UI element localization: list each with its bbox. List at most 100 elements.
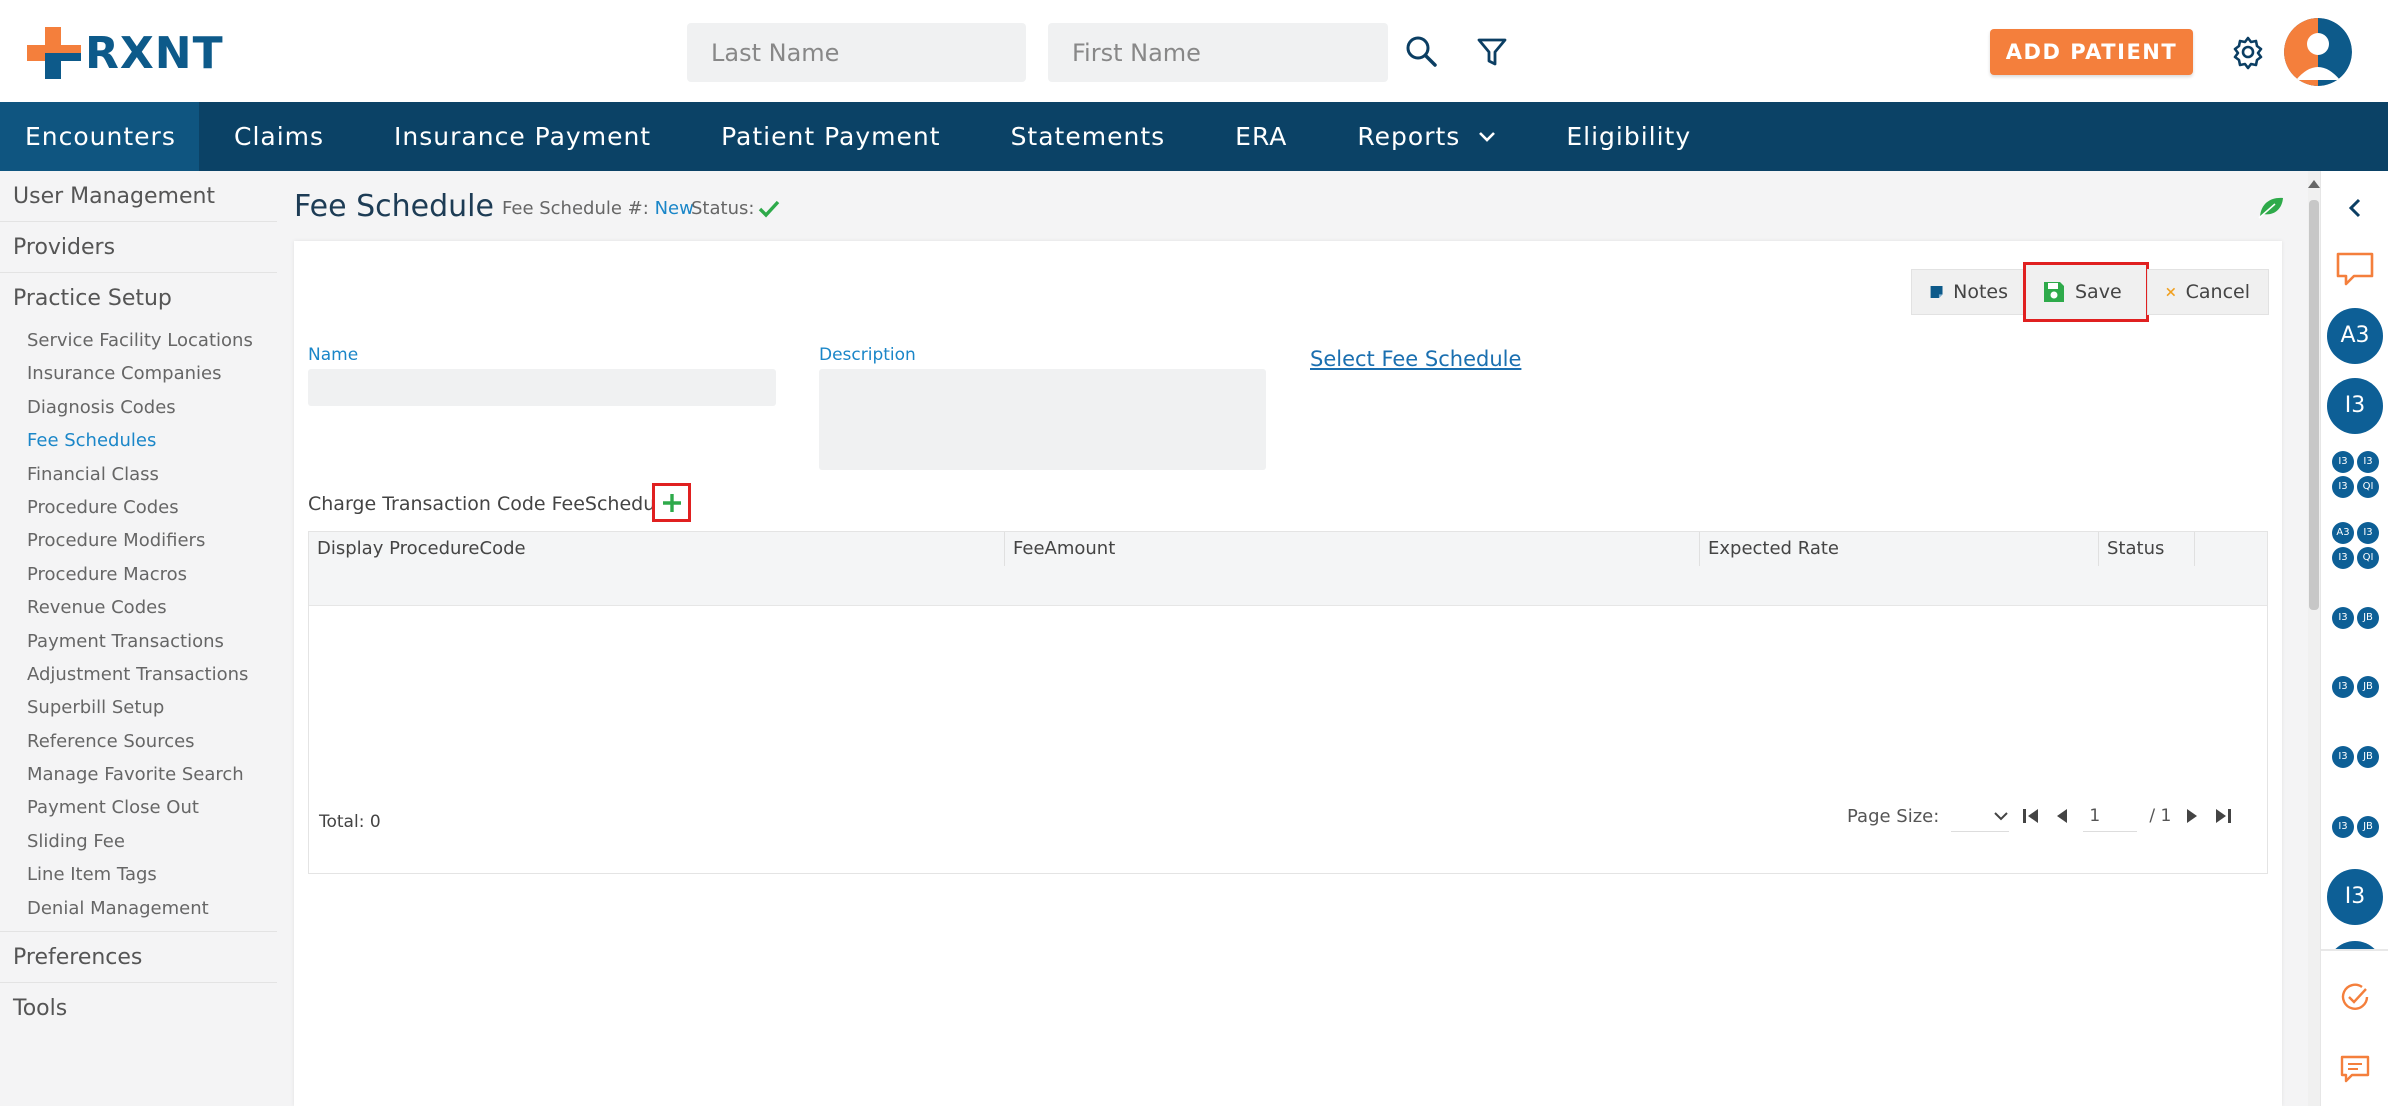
column-display-procedurecode[interactable]: Display ProcedureCode (309, 532, 526, 566)
sidebar-item-adjustment-transactions[interactable]: Adjustment Transactions (0, 658, 277, 691)
sidebar-item-payment-transactions[interactable]: Payment Transactions (0, 625, 277, 658)
save-label: Save (2075, 281, 2122, 303)
nav-claims[interactable]: Claims (199, 102, 359, 171)
sidebar-practice-setup[interactable]: Practice Setup (0, 273, 277, 324)
nav-encounters[interactable]: Encounters (0, 102, 199, 171)
add-patient-button[interactable]: ADD PATIENT (1990, 29, 2193, 75)
fee-schedule-number: Fee Schedule #: New (502, 198, 694, 219)
first-page-icon[interactable] (2021, 807, 2041, 825)
sidebar-item-fee-schedules[interactable]: Fee Schedules (0, 424, 277, 457)
sidebar-item-diagnosis-codes[interactable]: Diagnosis Codes (0, 391, 277, 424)
page-size-select[interactable] (1951, 800, 2010, 832)
sidebar-item-procedure-codes[interactable]: Procedure Codes (0, 491, 277, 524)
user-avatar-icon[interactable] (2284, 18, 2352, 86)
fee-schedule-number-label: Fee Schedule #: (502, 198, 649, 219)
user-badge-small[interactable]: I3 (2332, 547, 2354, 569)
last-name-input[interactable] (687, 23, 1026, 82)
sidebar-providers[interactable]: Providers (0, 222, 277, 273)
user-badge-small[interactable]: I3 (2357, 451, 2379, 473)
user-badge-small[interactable]: I3 (2332, 476, 2354, 498)
sidebar-item-reference-sources[interactable]: Reference Sources (0, 725, 277, 758)
sidebar-item-payment-close-out[interactable]: Payment Close Out (0, 791, 277, 824)
note-icon (1930, 286, 1943, 298)
chat-icon[interactable] (2335, 251, 2375, 287)
task-check-icon[interactable] (2340, 983, 2370, 1013)
save-icon (2044, 282, 2064, 302)
user-badge-small[interactable]: JB (2357, 746, 2379, 768)
sidebar-item-line-item-tags[interactable]: Line Item Tags (0, 858, 277, 891)
logo-text: RXNT (85, 27, 224, 79)
column-expected-rate[interactable]: Expected Rate (1699, 532, 1839, 566)
rxnt-logo[interactable]: RXNT (27, 27, 224, 79)
user-badge-small[interactable]: A3 (2332, 522, 2354, 544)
main-scrollbar-thumb[interactable] (2309, 200, 2319, 610)
user-badge-small[interactable]: QI (2357, 476, 2379, 498)
collapse-chevron-icon[interactable] (2347, 197, 2363, 219)
rxnt-cross-icon (27, 27, 81, 79)
practice-setup-list: Service Facility Locations Insurance Com… (0, 324, 277, 933)
previous-page-icon[interactable] (2053, 807, 2071, 825)
filter-icon[interactable] (1474, 34, 1510, 70)
user-badge-small[interactable]: I3 (2332, 676, 2354, 698)
description-textarea[interactable] (819, 369, 1266, 470)
sidebar-user-management[interactable]: User Management (0, 171, 277, 222)
next-page-icon[interactable] (2183, 807, 2201, 825)
nav-statements[interactable]: Statements (976, 102, 1201, 171)
sidebar-item-insurance-companies[interactable]: Insurance Companies (0, 357, 277, 390)
user-badge[interactable]: A3 (2327, 308, 2383, 364)
sidebar-item-procedure-macros[interactable]: Procedure Macros (0, 558, 277, 591)
status-indicator: Status: (691, 198, 780, 219)
leaf-icon[interactable] (2257, 195, 2285, 219)
sidebar-item-revenue-codes[interactable]: Revenue Codes (0, 591, 277, 624)
grid-pager: Page Size: 1 / 1 (1847, 800, 2233, 832)
nav-eligibility[interactable]: Eligibility (1531, 102, 1726, 171)
user-badge-small[interactable]: JB (2357, 676, 2379, 698)
cancel-button[interactable]: Cancel (2147, 269, 2269, 315)
add-charge-button[interactable] (652, 483, 691, 522)
first-name-input[interactable] (1048, 23, 1388, 82)
column-status[interactable]: Status (2098, 532, 2195, 566)
nav-insurance-payment[interactable]: Insurance Payment (359, 102, 686, 171)
grid-header: Display ProcedureCode FeeAmount Expected… (309, 532, 2267, 606)
sidebar-item-denial-management[interactable]: Denial Management (0, 892, 277, 925)
partial-badge (2327, 941, 2383, 949)
sidebar-item-superbill-setup[interactable]: Superbill Setup (0, 691, 277, 724)
user-badge-small[interactable]: I3 (2332, 607, 2354, 629)
nav-reports[interactable]: Reports (1322, 102, 1531, 171)
user-badge[interactable]: I3 (2327, 378, 2383, 434)
column-feeamount[interactable]: FeeAmount (1004, 532, 1115, 566)
user-badge-small[interactable]: I3 (2332, 451, 2354, 473)
page-title: Fee Schedule (294, 189, 494, 224)
select-fee-schedule-link[interactable]: Select Fee Schedule (1310, 347, 1521, 371)
sidebar-tools[interactable]: Tools (0, 983, 277, 1034)
user-badge-small[interactable]: I3 (2332, 746, 2354, 768)
sidebar-item-sliding-fee[interactable]: Sliding Fee (0, 825, 277, 858)
close-icon (2166, 287, 2176, 297)
last-page-icon[interactable] (2213, 807, 2233, 825)
gear-icon[interactable] (2230, 34, 2266, 70)
description-label: Description (819, 345, 916, 365)
nav-era[interactable]: ERA (1200, 102, 1322, 171)
notes-button[interactable]: Notes (1911, 269, 2027, 315)
charge-transaction-grid: Display ProcedureCode FeeAmount Expected… (308, 531, 2268, 874)
message-icon[interactable] (2339, 1054, 2371, 1084)
sidebar-preferences[interactable]: Preferences (0, 932, 277, 984)
user-badge-small[interactable]: I3 (2332, 816, 2354, 838)
nav-patient-payment[interactable]: Patient Payment (686, 102, 975, 171)
nav-reports-label: Reports (1357, 122, 1461, 151)
sidebar-item-procedure-modifiers[interactable]: Procedure Modifiers (0, 524, 277, 557)
sidebar-item-manage-favorite-search[interactable]: Manage Favorite Search (0, 758, 277, 791)
search-icon[interactable] (1404, 34, 1440, 70)
page-size-label: Page Size: (1847, 805, 1940, 827)
user-badge-small[interactable]: JB (2357, 816, 2379, 838)
sidebar-item-service-facility-locations[interactable]: Service Facility Locations (0, 324, 277, 357)
user-badge[interactable]: I3 (2327, 869, 2383, 925)
save-button[interactable]: Save (2023, 262, 2149, 322)
name-input[interactable] (308, 369, 776, 406)
plus-icon (662, 493, 681, 512)
page-number-input[interactable]: 1 (2083, 800, 2138, 832)
user-badge-small[interactable]: I3 (2357, 522, 2379, 544)
user-badge-small[interactable]: JB (2357, 607, 2379, 629)
user-badge-small[interactable]: QI (2357, 547, 2379, 569)
sidebar-item-financial-class[interactable]: Financial Class (0, 458, 277, 491)
